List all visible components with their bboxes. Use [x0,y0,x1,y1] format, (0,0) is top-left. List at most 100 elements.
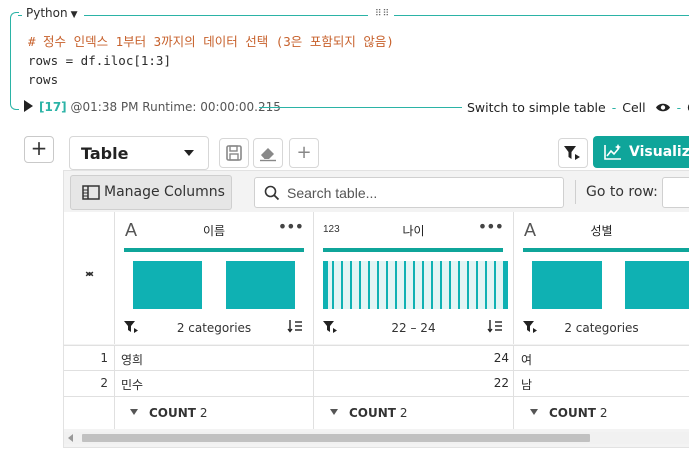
histogram-tick [485,261,487,309]
view-type-select[interactable]: Table [69,136,209,170]
sort-icon[interactable] [287,319,303,333]
go-to-row-label: Go to row: [586,184,658,200]
cell-gender[interactable]: 여 [521,351,532,368]
eye-icon[interactable] [655,102,671,113]
column-header-name[interactable]: A 이름 ••• 2 categories [115,212,314,344]
histogram-tick [503,261,508,309]
cell-gender[interactable]: 남 [521,376,532,393]
cell-toggle-label[interactable]: Cell [622,100,645,115]
execution-count: [17] [39,100,67,114]
manage-columns-button[interactable]: Manage Columns [70,175,232,210]
cell-status: [17] @01:38 PM Runtime: 00:00:00.215 [24,100,281,114]
language-selector[interactable]: Python ▼ [22,6,82,20]
horizontal-scrollbar[interactable] [64,432,689,444]
add-button[interactable]: + [289,138,319,168]
table-row[interactable]: 1 영희 24 여 [64,345,689,371]
cell-name[interactable]: 영희 [121,351,143,368]
histogram-tick [413,261,415,309]
plus-icon: + [30,136,48,160]
summary-row: COUNT 2 COUNT 2 COUNT 2 [64,396,689,429]
histogram-tick [350,261,352,309]
sort-icon[interactable] [487,319,503,333]
manage-columns-label: Manage Columns [104,184,225,200]
search-input[interactable] [285,183,549,203]
cell-border [394,15,689,16]
column-header-age[interactable]: 123 나이 ••• 22 – 24 [314,212,514,344]
search-box [254,177,564,208]
table-row[interactable]: 2 민수 22 남 [64,370,689,396]
chevron-down-icon [184,150,194,156]
histogram-bar [133,261,202,309]
cell-age[interactable]: 22 [314,376,509,390]
code-line-comment[interactable]: # 정수 인덱스 1부터 3까지의 데이터 선택 (3은 포함되지 않음) [28,32,394,51]
code-line[interactable]: rows [28,70,58,89]
clear-button[interactable] [253,138,283,168]
more-options-icon[interactable]: ••• [478,217,504,236]
add-cell-button[interactable]: + [24,136,54,163]
scroll-left-icon[interactable] [68,434,73,442]
execution-meta: @01:38 PM Runtime: 00:00:00.215 [70,100,281,114]
caret-down-icon [530,409,538,415]
save-button[interactable] [219,138,249,168]
row-index: 1 [100,351,108,365]
histogram-tick [440,261,442,309]
count-value: 2 [599,406,608,420]
histogram-tick [449,261,451,309]
columns-icon [82,185,100,200]
caret-down-icon [330,409,338,415]
histogram-bar [226,261,295,309]
histogram-tick [359,261,361,309]
visualize-button[interactable]: Visualize [593,136,689,168]
histogram-tick [332,261,334,309]
histogram-tick [377,261,379,309]
caret-down-icon [130,409,138,415]
status-divider [259,107,462,108]
divider [313,397,314,429]
count-label: COUNT [149,406,196,420]
divider [114,371,115,396]
histogram-tick [476,261,478,309]
column-header-gender[interactable]: A 성별 2 categories [514,212,689,344]
go-to-row-input[interactable] [662,177,689,208]
filter-icon [564,146,580,160]
switch-simple-table-link[interactable]: Switch to simple table [467,100,606,115]
histogram-tick [386,261,388,309]
column-stat: 2 categories [564,321,639,335]
collapse-expand-icon[interactable]: ⌄ ⌃ [82,262,97,289]
histogram-tick [494,261,496,309]
scrollbar-thumb[interactable] [82,434,590,442]
cell-border [84,15,368,16]
more-options-icon[interactable]: ••• [278,217,304,236]
histogram-tick [458,261,460,309]
eraser-icon [260,148,276,162]
histogram-bar [532,261,602,309]
divider [513,371,514,396]
count-value: 2 [399,406,408,420]
cell-age[interactable]: 24 [314,351,509,365]
drag-handle-icon[interactable]: ⠿⠿ [372,9,394,19]
column-bar [323,248,503,252]
divider [513,397,514,429]
histogram-tick [422,261,424,309]
histogram-tick [431,261,433,309]
row-index: 2 [100,376,108,390]
separator: - [611,100,617,115]
histogram-tick [395,261,397,309]
divider [513,346,514,371]
visualize-label: Visualize [629,144,689,160]
cell-name[interactable]: 민수 [121,376,143,393]
filter-button[interactable] [558,138,588,168]
cell-actions: Switch to simple table-Cell -Ou [467,100,689,115]
cell-bracket [10,12,19,110]
divider [575,180,576,204]
search-icon [264,185,280,201]
histogram-tick [467,261,469,309]
run-icon[interactable] [24,100,33,112]
divider [114,346,115,371]
count-label: COUNT [349,406,396,420]
histogram-tick [341,261,343,309]
histogram-tick [404,261,406,309]
language-label: Python [26,6,68,20]
column-stat: 2 categories [176,321,252,335]
code-line[interactable]: rows = df.iloc[1:3] [28,51,171,70]
